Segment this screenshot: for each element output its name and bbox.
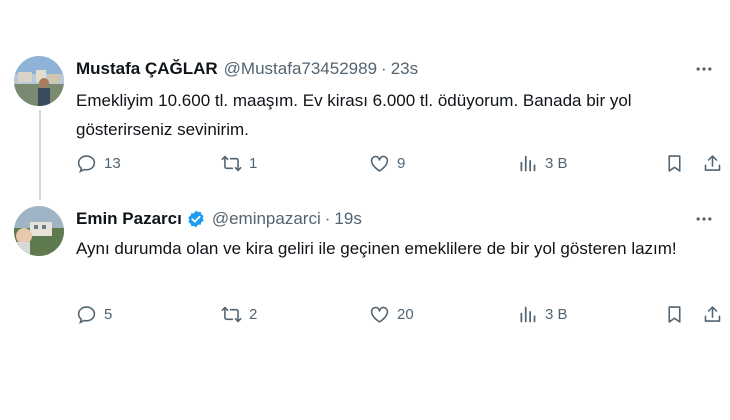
avatar[interactable]: [14, 206, 64, 256]
reply-icon: [77, 305, 96, 324]
share-icon: [704, 305, 721, 322]
tweet-text: Aynı durumda olan ve kira geliri ile geç…: [76, 239, 677, 258]
tweet-text: Emekliyim 10.600 tl. maaşım. Ev kirası 6…: [76, 91, 632, 139]
share-button[interactable]: [702, 151, 723, 175]
tweet-header: Emin Pazarcı @eminpazarci · 19s: [76, 207, 362, 231]
like-button[interactable]: 20: [369, 302, 414, 326]
separator-dot: ·: [324, 209, 331, 228]
separator-dot: ·: [381, 59, 387, 78]
views-count: 3 B: [545, 305, 568, 323]
avatar[interactable]: [14, 56, 64, 106]
retweet-button[interactable]: 1: [221, 151, 257, 175]
retweet-icon: [221, 306, 242, 322]
retweet-count: 2: [249, 305, 258, 323]
bookmark-button[interactable]: [664, 151, 685, 175]
views-count: 3 B: [545, 154, 568, 172]
reply-count: 5: [104, 305, 113, 323]
thread-line: [39, 110, 41, 200]
like-icon: [370, 155, 389, 172]
reply-button[interactable]: 5: [76, 302, 112, 326]
share-icon: [704, 154, 721, 171]
like-count: 20: [397, 305, 414, 323]
retweet-count: 1: [249, 154, 258, 172]
share-button[interactable]: [702, 302, 723, 326]
views-icon: [520, 155, 536, 171]
tweet-header: Mustafa ÇAĞLAR @Mustafa73452989 · 23s: [76, 57, 418, 81]
author-name[interactable]: Mustafa ÇAĞLAR: [76, 59, 218, 79]
bookmark-button[interactable]: [664, 302, 685, 326]
more-icon[interactable]: [692, 57, 716, 81]
reply-icon: [77, 154, 96, 173]
reply-button[interactable]: 13: [76, 151, 121, 175]
like-count: 9: [397, 154, 406, 172]
author-handle[interactable]: @Mustafa73452989: [224, 59, 377, 79]
verified-badge-icon: [188, 210, 204, 228]
bookmark-icon: [668, 305, 681, 323]
views-button[interactable]: 3 B: [517, 302, 568, 326]
more-icon[interactable]: [692, 207, 716, 231]
action-bar: 13 1 9 3 B: [76, 151, 726, 175]
timestamp[interactable]: 23s: [391, 59, 418, 79]
timestamp[interactable]: 19s: [334, 209, 361, 229]
retweet-icon: [221, 155, 242, 171]
tweet-1[interactable]: Mustafa ÇAĞLAR @Mustafa73452989 · 23s Em…: [0, 0, 730, 200]
views-icon: [520, 306, 536, 322]
author-handle[interactable]: @eminpazarci: [212, 209, 321, 229]
like-icon: [370, 306, 389, 323]
author-name[interactable]: Emin Pazarcı: [76, 209, 182, 229]
bookmark-icon: [668, 154, 681, 172]
tweet-2[interactable]: Emin Pazarcı @eminpazarci · 19s Aynı dur…: [0, 200, 730, 360]
views-button[interactable]: 3 B: [517, 151, 568, 175]
action-bar: 5 2 20 3 B: [76, 302, 726, 326]
retweet-button[interactable]: 2: [221, 302, 257, 326]
like-button[interactable]: 9: [369, 151, 405, 175]
reply-count: 13: [104, 154, 121, 172]
